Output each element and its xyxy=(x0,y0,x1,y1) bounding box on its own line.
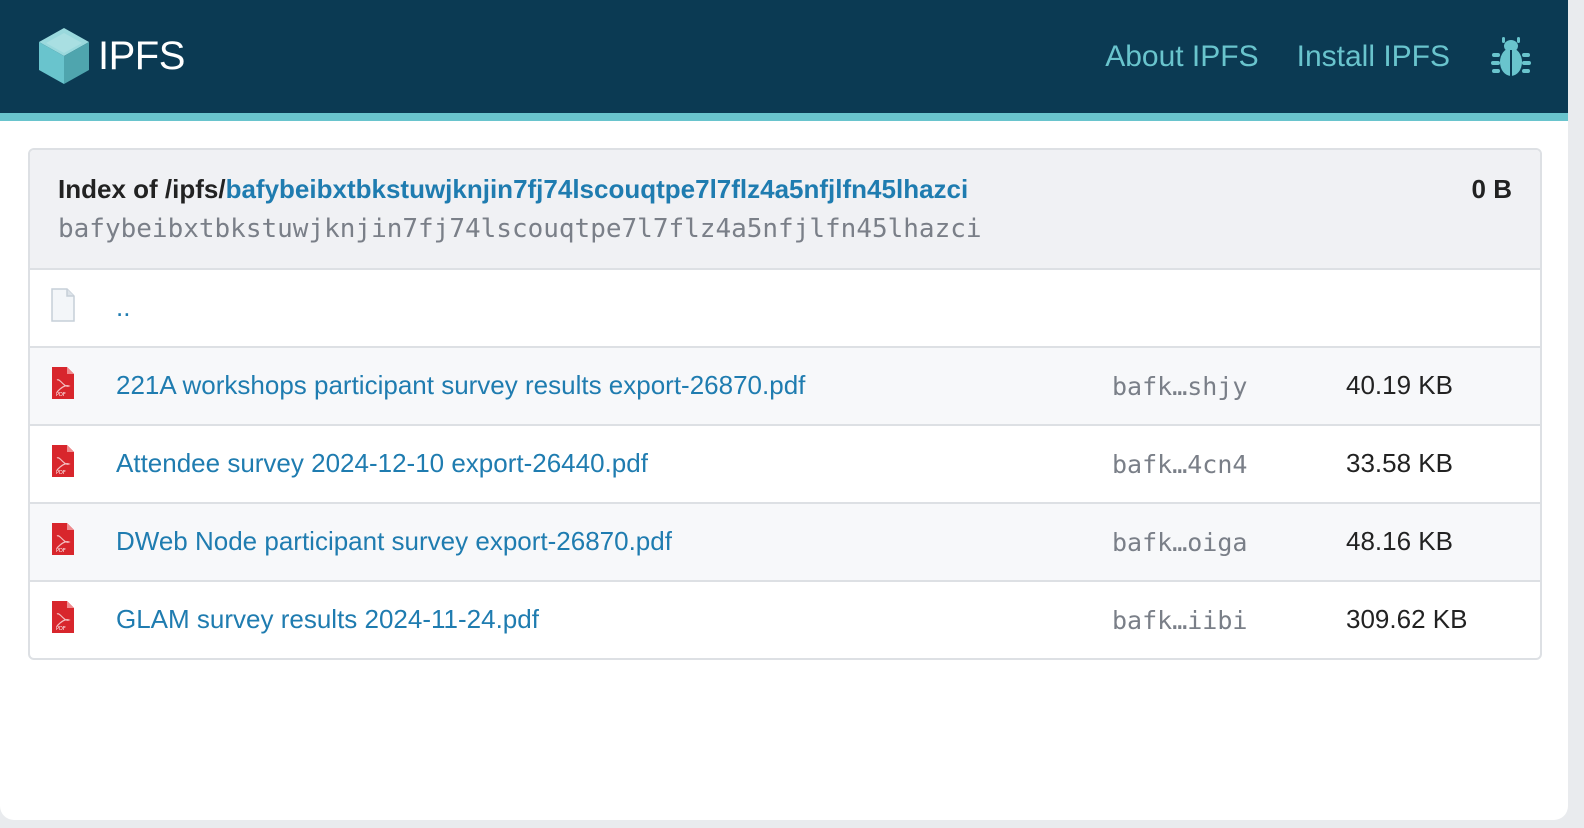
pdf-icon: PDF xyxy=(52,523,74,555)
file-name-link[interactable]: 221A workshops participant survey result… xyxy=(116,370,805,401)
index-prefix: Index of /ipfs/ xyxy=(58,174,226,204)
top-bar: IPFS About IPFS Install IPFS xyxy=(0,0,1568,121)
pdf-icon: PDF xyxy=(52,445,74,477)
ipfs-logo-link[interactable]: IPFS xyxy=(38,26,185,86)
cid-text: bafybeibxtbkstuwjknjin7fj74lscouqtpe7l7f… xyxy=(58,214,982,244)
pdf-icon: PDF xyxy=(52,367,74,399)
file-size: 40.19 KB xyxy=(1346,370,1453,400)
file-name-link[interactable]: DWeb Node participant survey export-2687… xyxy=(116,526,672,557)
bug-icon[interactable] xyxy=(1490,37,1532,77)
file-name-link[interactable]: GLAM survey results 2024-11-24.pdf xyxy=(116,604,539,635)
svg-text:PDF: PDF xyxy=(56,626,66,632)
logo-text: IPFS xyxy=(98,33,185,78)
about-ipfs-link[interactable]: About IPFS xyxy=(1105,40,1258,74)
file-hash-link[interactable]: bafk…4cn4 xyxy=(1112,450,1247,479)
file-hash-link[interactable]: bafk…shjy xyxy=(1112,372,1247,401)
total-size: 0 B xyxy=(1471,174,1512,204)
file-row: PDF DWeb Node participant survey export-… xyxy=(30,504,1540,582)
file-name-link[interactable]: Attendee survey 2024-12-10 export-26440.… xyxy=(116,448,648,479)
parent-directory-row: .. xyxy=(30,270,1540,348)
cid-link[interactable]: bafybeibxtbkstuwjknjin7fj74lscouqtpe7l7f… xyxy=(226,174,969,204)
index-title: Index of /ipfs/bafybeibxtbkstuwjknjin7fj… xyxy=(58,174,968,205)
file-row: PDF 221A workshops participant survey re… xyxy=(30,348,1540,426)
file-hash-link[interactable]: bafk…oiga xyxy=(1112,528,1247,557)
file-row: PDF Attendee survey 2024-12-10 export-26… xyxy=(30,426,1540,504)
file-size: 33.58 KB xyxy=(1346,448,1453,478)
file-hash-link[interactable]: bafk…iibi xyxy=(1112,606,1247,635)
file-size: 48.16 KB xyxy=(1346,526,1453,556)
pdf-icon: PDF xyxy=(52,601,74,633)
page: IPFS About IPFS Install IPFS Index of /i… xyxy=(0,0,1568,820)
svg-text:PDF: PDF xyxy=(56,470,66,476)
listing-header: Index of /ipfs/bafybeibxtbkstuwjknjin7fj… xyxy=(30,150,1540,270)
file-icon xyxy=(51,288,75,322)
ipfs-cube-icon xyxy=(39,28,89,84)
svg-text:PDF: PDF xyxy=(56,392,66,398)
file-size: 309.62 KB xyxy=(1346,604,1468,634)
top-nav: About IPFS Install IPFS xyxy=(1067,30,1532,84)
install-ipfs-link[interactable]: Install IPFS xyxy=(1297,40,1450,74)
parent-directory-link[interactable]: .. xyxy=(116,292,130,323)
directory-listing: Index of /ipfs/bafybeibxtbkstuwjknjin7fj… xyxy=(28,148,1542,660)
svg-text:PDF: PDF xyxy=(56,548,66,554)
file-row: PDF GLAM survey results 2024-11-24.pdf b… xyxy=(30,582,1540,658)
